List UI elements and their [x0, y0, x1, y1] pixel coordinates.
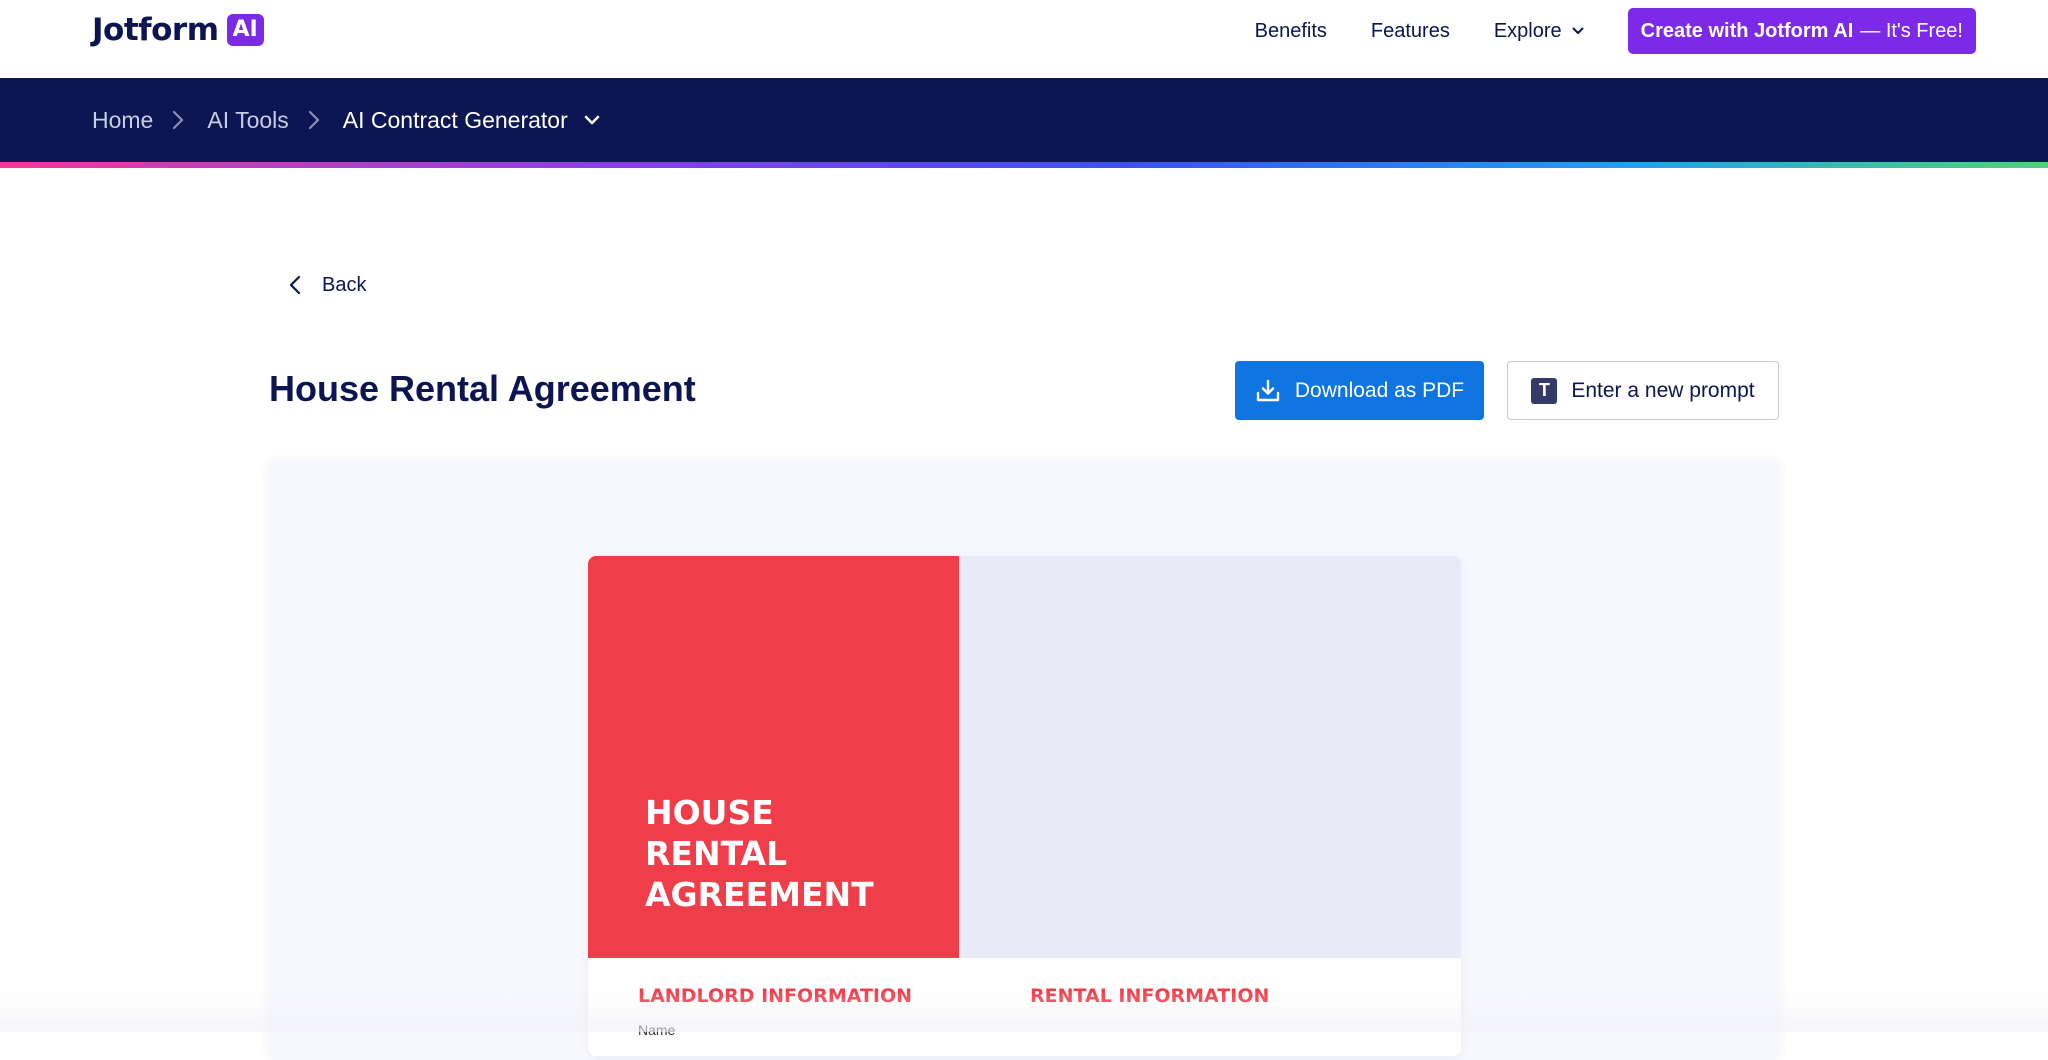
gradient-divider [0, 162, 2048, 168]
nav-link-features[interactable]: Features [1371, 20, 1450, 43]
back-link[interactable]: Back [288, 270, 366, 300]
cover-title-line: RENTAL [645, 834, 788, 873]
chevron-down-icon [1572, 27, 1584, 34]
jotform-ai-logo[interactable]: Jotform AI [92, 10, 264, 50]
nav-links: Benefits Features Explore Create with Jo… [1255, 8, 1976, 54]
prompt-label: Enter a new prompt [1571, 378, 1755, 402]
back-label: Back [322, 273, 367, 296]
document-preview: HOUSE RENTAL AGREEMENT LANDLORD INFORMAT… [588, 556, 1461, 1056]
breadcrumb-ai-tools[interactable]: AI Tools [207, 107, 288, 134]
breadcrumb-home[interactable]: Home [92, 107, 153, 134]
cta-light-label: — It's Free! [1860, 19, 1963, 42]
document-cover-title: HOUSE RENTAL AGREEMENT [645, 792, 945, 915]
breadcrumb-ai-contract-generator: AI Contract Generator [342, 106, 568, 133]
document-image-placeholder [959, 556, 1461, 958]
field-label-name: Name [638, 1022, 676, 1038]
cta-bold-label: Create with Jotform AI [1640, 19, 1854, 42]
cover-title-line: HOUSE [645, 793, 774, 832]
chevron-right-icon [308, 111, 319, 129]
nav-link-explore[interactable]: Explore [1494, 20, 1584, 43]
top-navigation: Jotform AI Benefits Features Explore Cre… [0, 0, 2048, 78]
text-icon: T [1531, 377, 1558, 404]
chevron-down-icon[interactable] [584, 114, 600, 126]
chevron-right-icon [173, 111, 184, 129]
logo-ai-badge: AI [226, 14, 264, 46]
cover-title-line: AGREEMENT [645, 875, 874, 914]
section-rental-information: RENTAL INFORMATION [1030, 985, 1270, 1007]
create-with-jotform-ai-button[interactable]: Create with Jotform AI — It's Free! [1627, 8, 1976, 54]
page-title: House Rental Agreement [269, 368, 696, 409]
section-landlord-information: LANDLORD INFORMATION [638, 985, 913, 1007]
download-as-pdf-button[interactable]: Download as PDF [1235, 361, 1484, 420]
nav-link-benefits[interactable]: Benefits [1255, 20, 1327, 43]
download-icon [1256, 379, 1280, 401]
chevron-left-icon [289, 275, 301, 295]
logo-text: Jotform [92, 12, 219, 48]
breadcrumb: Home AI Tools AI Contract Generator [92, 78, 600, 162]
enter-new-prompt-button[interactable]: T Enter a new prompt [1507, 361, 1779, 420]
download-label: Download as PDF [1294, 378, 1465, 402]
nav-link-explore-label: Explore [1493, 19, 1562, 42]
breadcrumb-bar: Home AI Tools AI Contract Generator [0, 78, 2048, 162]
